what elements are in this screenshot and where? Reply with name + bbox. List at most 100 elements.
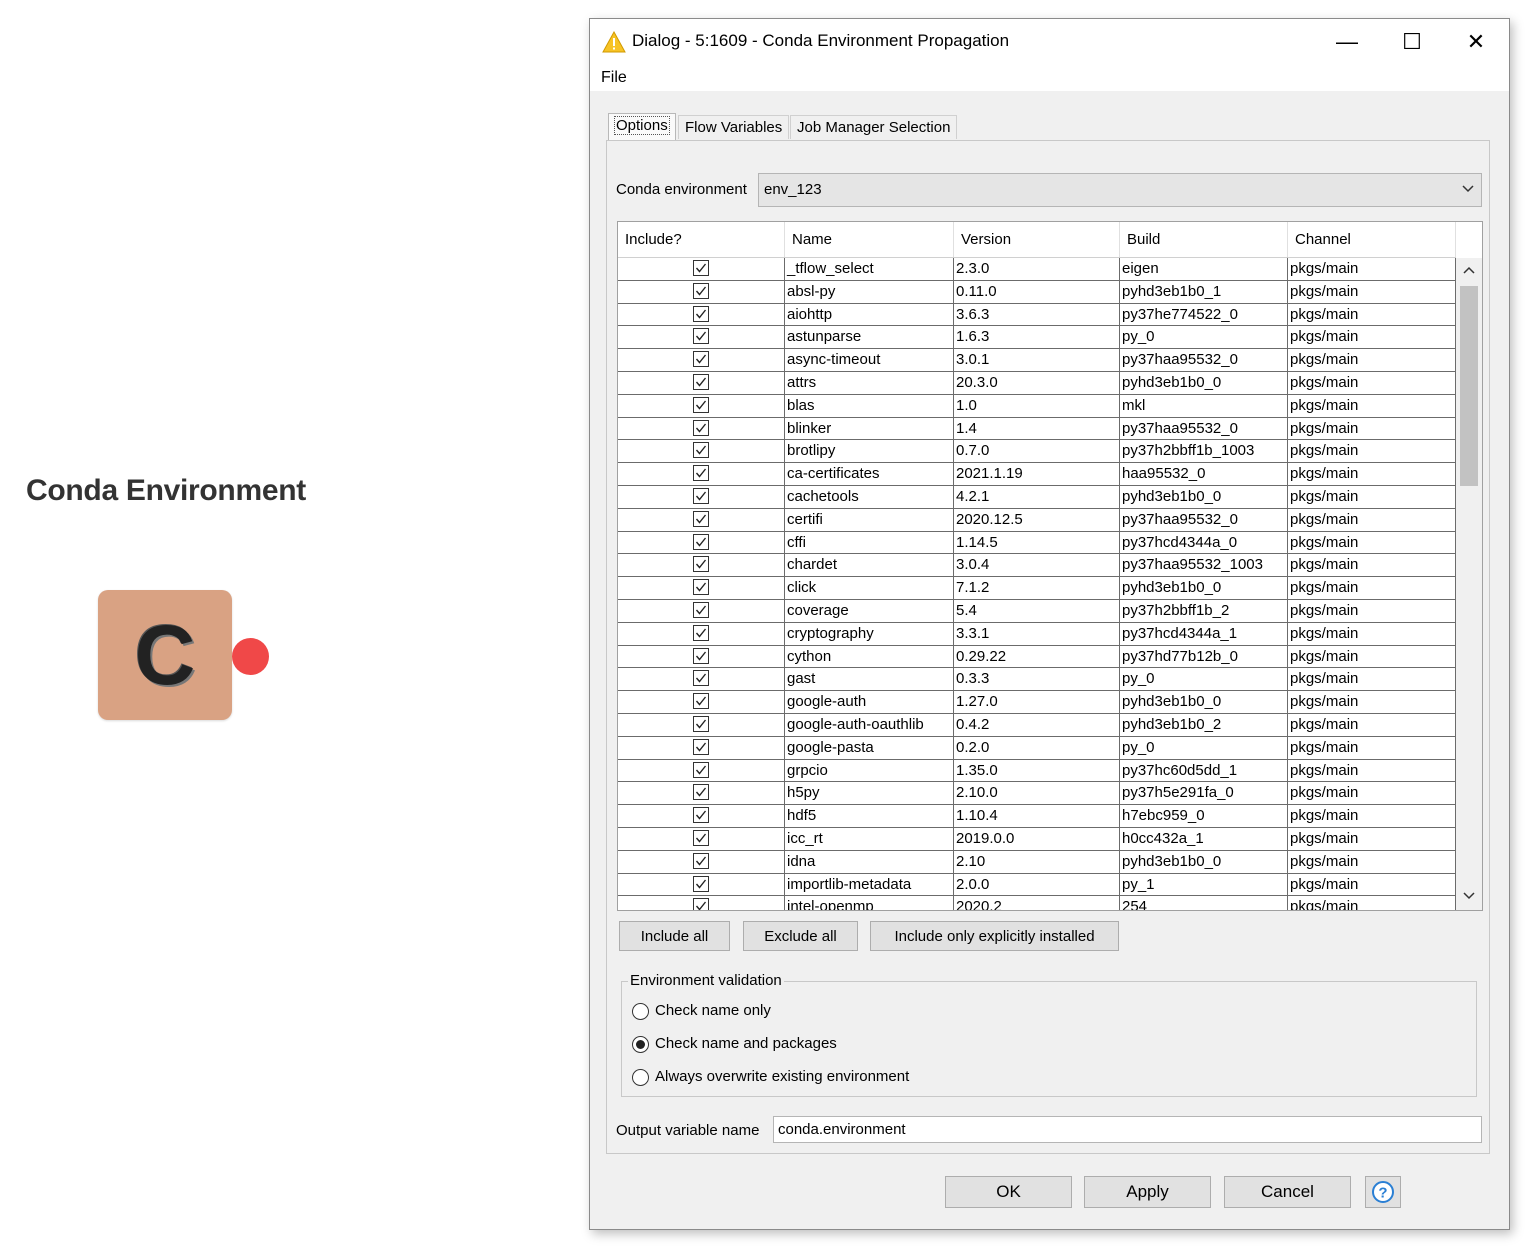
close-button[interactable]: ✕ [1454,27,1498,57]
include-checkbox[interactable] [693,716,709,732]
table-row[interactable]: blas 1.0 mkl pkgs/main [618,394,1456,418]
radio-button[interactable] [632,1003,649,1020]
table-row[interactable]: aiohttp 3.6.3 py37he774522_0 pkgs/main [618,303,1456,327]
table-row[interactable]: _tflow_select 2.3.0 eigen pkgs/main [618,258,1456,281]
cell-version: 3.0.1 [954,349,1120,372]
include-checkbox[interactable] [693,533,709,550]
checkmark-icon [695,559,707,569]
table-row[interactable]: google-pasta 0.2.0 py_0 pkgs/main [618,736,1456,760]
tab-options[interactable]: Options [608,113,676,141]
include-explicit-button[interactable]: Include only explicitly installed [870,921,1119,951]
minimize-button[interactable]: — [1325,27,1369,57]
title-bar[interactable]: Dialog - 5:1609 - Conda Environment Prop… [590,19,1509,65]
include-checkbox[interactable] [693,647,709,664]
include-checkbox[interactable] [693,624,709,641]
table-row[interactable]: coverage 5.4 py37h2bbff1b_2 pkgs/main [618,600,1456,623]
conda-node[interactable]: C [98,590,232,720]
header-version[interactable]: Version [954,222,1120,257]
header-channel[interactable]: Channel [1288,222,1456,257]
checkmark-icon [695,696,707,706]
table-row[interactable]: h5py 2.10.0 py37h5e291fa_0 pkgs/main [618,782,1456,806]
include-checkbox[interactable] [693,305,709,322]
include-checkbox[interactable] [693,830,709,846]
scroll-up-icon[interactable] [1461,264,1477,276]
maximize-button[interactable]: ☐ [1390,27,1434,57]
ok-button[interactable]: OK [945,1176,1072,1208]
scroll-down-icon[interactable] [1461,890,1477,902]
include-checkbox[interactable] [693,670,709,687]
table-row[interactable]: cffi 1.14.5 py37hcd4344a_0 pkgs/main [618,531,1456,555]
cell-name: gast [785,668,954,692]
include-checkbox[interactable] [693,579,709,596]
include-checkbox[interactable] [693,351,709,368]
include-checkbox[interactable] [693,510,709,527]
include-checkbox[interactable] [693,419,709,436]
apply-button[interactable]: Apply [1084,1176,1211,1208]
output-port[interactable] [232,638,269,675]
include-checkbox[interactable] [693,852,709,869]
table-row[interactable]: google-auth 1.27.0 pyhd3eb1b0_0 pkgs/main [618,691,1456,714]
include-checkbox[interactable] [693,260,709,276]
include-checkbox[interactable] [693,738,709,755]
include-all-button[interactable]: Include all [619,921,730,951]
checkmark-icon [695,491,707,501]
include-checkbox[interactable] [693,784,709,801]
include-checkbox[interactable] [693,328,709,345]
include-checkbox[interactable] [693,602,709,618]
table-row[interactable]: ca-certificates 2021.1.19 haa95532_0 pkgs/m… [618,463,1456,486]
radio-button[interactable] [632,1069,649,1086]
include-checkbox[interactable] [693,761,709,778]
include-checkbox[interactable] [693,875,709,892]
exclude-all-button[interactable]: Exclude all [743,921,858,951]
table-row[interactable]: blinker 1.4 py37haa95532_0 pkgs/main [618,417,1456,441]
include-checkbox[interactable] [693,282,709,299]
table-row[interactable]: importlib-metadata 2.0.0 py_1 pkgs/main [618,873,1456,897]
table-row[interactable]: gast 0.3.3 py_0 pkgs/main [618,668,1456,692]
table-row[interactable]: icc_rt 2019.0.0 h0cc432a_1 pkgs/main [618,828,1456,851]
include-checkbox[interactable] [693,556,709,573]
include-checkbox[interactable] [693,374,709,390]
vertical-scrollbar[interactable] [1456,258,1482,910]
table-row[interactable]: click 7.1.2 pyhd3eb1b0_0 pkgs/main [618,577,1456,600]
include-checkbox[interactable] [693,693,709,710]
table-row[interactable]: intel-openmp 2020.2 254 pkgs/main [618,896,1456,910]
checkmark-icon [695,810,707,820]
table-row[interactable]: idna 2.10 pyhd3eb1b0_0 pkgs/main [618,850,1456,874]
header-build[interactable]: Build [1120,222,1288,257]
cell-channel: pkgs/main [1288,280,1456,304]
menu-file[interactable]: File [601,69,627,87]
tab-flow-variables[interactable]: Flow Variables [678,115,790,139]
include-cell [618,463,785,486]
table-row[interactable]: astunparse 1.6.3 py_0 pkgs/main [618,326,1456,350]
include-checkbox[interactable] [693,465,709,482]
table-row[interactable]: async-timeout 3.0.1 py37haa95532_0 pkgs/mai… [618,349,1456,372]
table-row[interactable]: cython 0.29.22 py37hd77b12b_0 pkgs/main [618,645,1456,669]
table-row[interactable]: attrs 20.3.0 pyhd3eb1b0_0 pkgs/main [618,372,1456,395]
table-row[interactable]: cachetools 4.2.1 pyhd3eb1b0_0 pkgs/main [618,486,1456,509]
table-row[interactable]: google-auth-oauthlib 0.4.2 pyhd3eb1b0_2 pkg… [618,714,1456,737]
include-checkbox[interactable] [693,442,709,459]
table-row[interactable]: brotlipy 0.7.0 py37h2bbff1b_1003 pkgs/main [618,440,1456,464]
table-row[interactable]: cryptography 3.3.1 py37hcd4344a_1 pkgs/main [618,622,1456,646]
conda-environment-select[interactable]: env_123 [758,173,1482,207]
table-row[interactable]: grpcio 1.35.0 py37hc60d5dd_1 pkgs/main [618,759,1456,783]
cancel-button[interactable]: Cancel [1224,1176,1351,1208]
table-row[interactable]: chardet 3.0.4 py37haa95532_1003 pkgs/main [618,554,1456,578]
header-name[interactable]: Name [785,222,954,257]
table-row[interactable]: hdf5 1.10.4 h7ebc959_0 pkgs/main [618,805,1456,828]
checkmark-icon [695,651,707,661]
tab-job-manager-selection[interactable]: Job Manager Selection [790,115,958,139]
output-variable-input[interactable] [773,1116,1482,1143]
include-checkbox[interactable] [693,396,709,413]
include-checkbox[interactable] [693,488,709,504]
header-include[interactable]: Include? [618,222,785,257]
checkmark-icon [695,856,707,866]
cell-build: 254 [1120,896,1288,910]
table-row[interactable]: certifi 2020.12.5 py37haa95532_0 pkgs/main [618,508,1456,532]
scroll-thumb[interactable] [1460,286,1478,486]
help-button[interactable]: ? [1365,1176,1401,1208]
include-checkbox[interactable] [693,807,709,824]
include-checkbox[interactable] [693,898,709,910]
table-row[interactable]: absl-py 0.11.0 pyhd3eb1b0_1 pkgs/main [618,280,1456,304]
radio-button[interactable] [632,1036,649,1053]
